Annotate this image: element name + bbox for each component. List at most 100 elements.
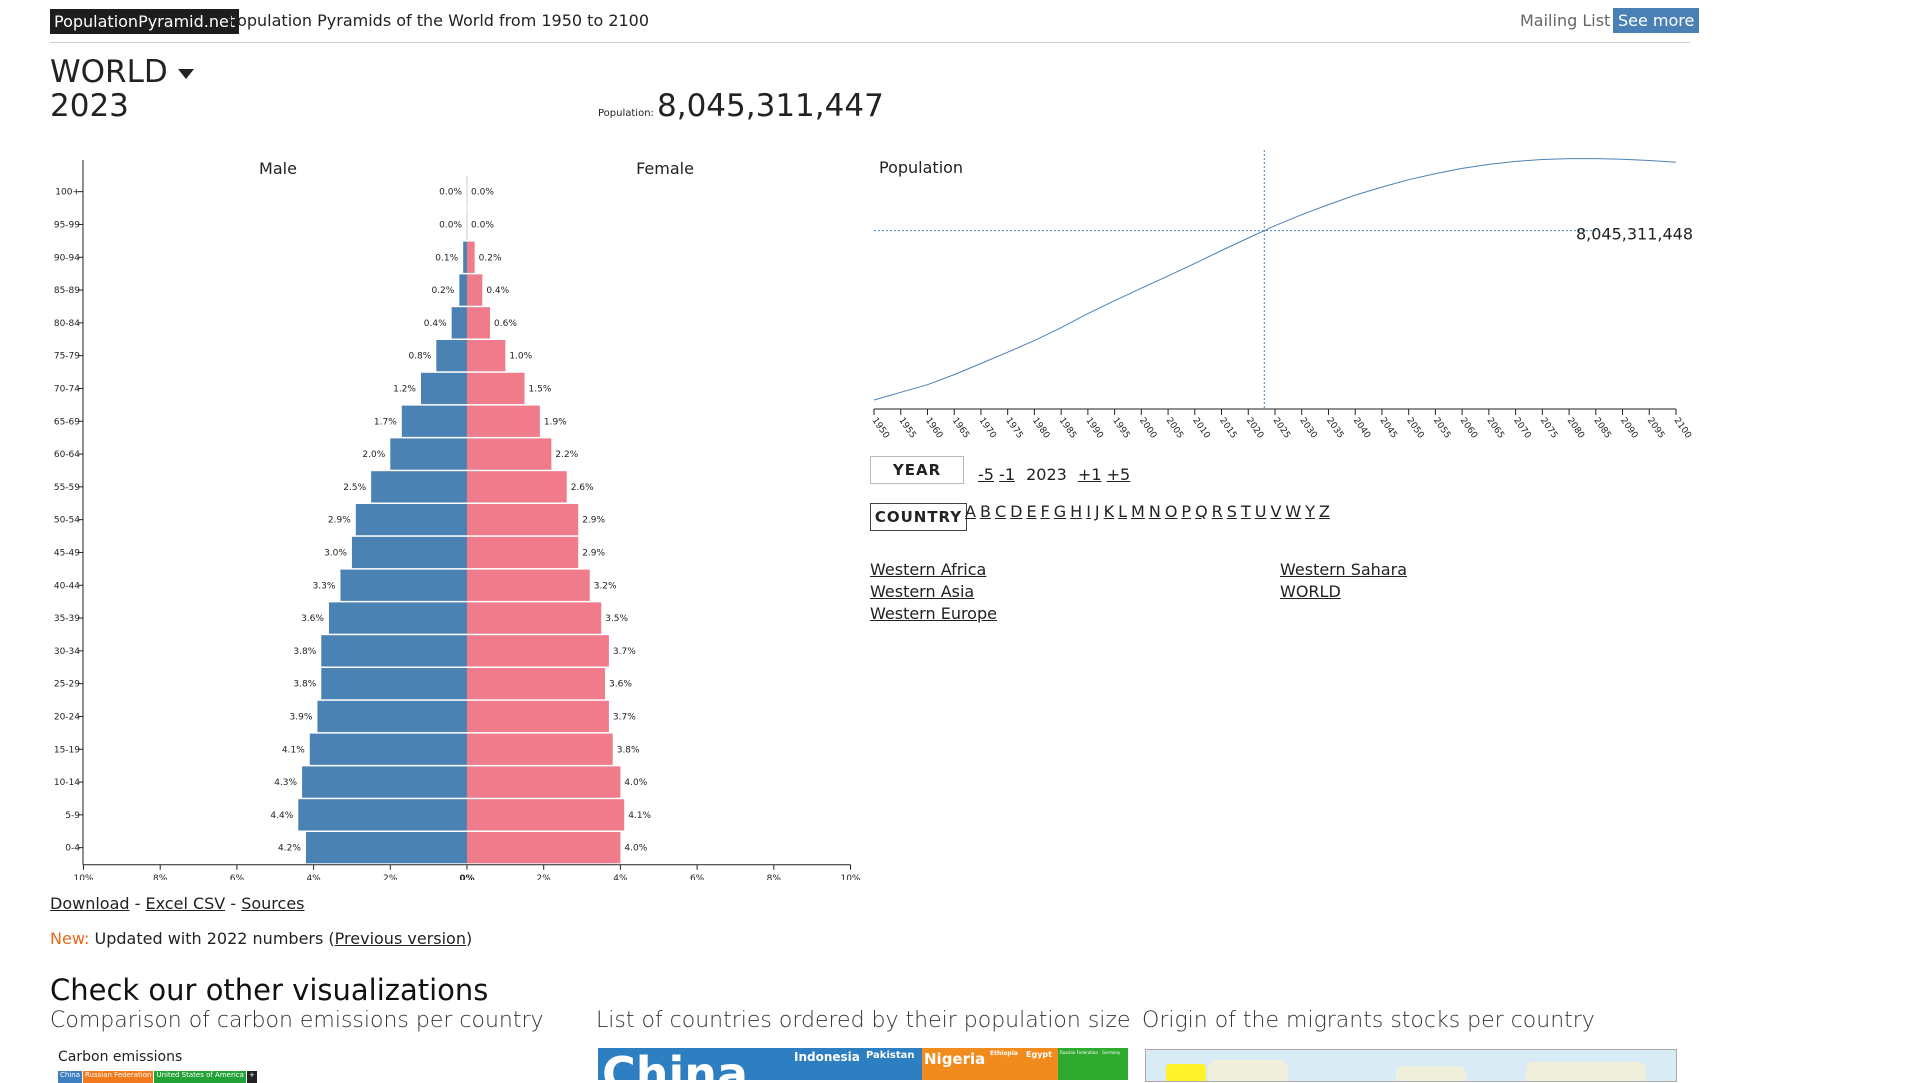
age-group-label: 20-24 bbox=[54, 712, 80, 722]
female-bar bbox=[467, 373, 525, 404]
separator: - bbox=[230, 894, 236, 913]
chevron-down-icon[interactable] bbox=[178, 69, 194, 79]
male-value-label: 3.8% bbox=[293, 680, 316, 690]
x-tick-label: 0% bbox=[459, 874, 474, 880]
letter-link-q[interactable]: Q bbox=[1195, 502, 1208, 521]
viz2-tile-egypt: Egypt bbox=[1024, 1048, 1060, 1080]
region-link[interactable]: Western Africa bbox=[870, 560, 997, 579]
viz2-title[interactable]: List of countries ordered by their popul… bbox=[596, 1008, 1131, 1033]
region-link[interactable]: Western Europe bbox=[870, 604, 997, 623]
year-tick-label: 2040 bbox=[1351, 416, 1372, 440]
new-badge: New: bbox=[50, 929, 89, 948]
male-bar bbox=[452, 307, 467, 338]
year-plus-5-link[interactable]: +5 bbox=[1107, 465, 1131, 484]
letter-link-a[interactable]: A bbox=[965, 502, 976, 521]
letter-link-y[interactable]: Y bbox=[1305, 502, 1315, 521]
region-link[interactable]: Western Asia bbox=[870, 582, 997, 601]
site-logo[interactable]: PopulationPyramid.net bbox=[50, 9, 239, 34]
letter-link-t[interactable]: T bbox=[1241, 502, 1251, 521]
male-bar bbox=[459, 274, 467, 305]
female-value-label: 3.6% bbox=[609, 680, 632, 690]
viz2-thumbnail[interactable]: China Indonesia Pakistan Nigeria Ethiopi… bbox=[598, 1048, 1128, 1080]
letter-link-h[interactable]: H bbox=[1070, 502, 1082, 521]
letter-link-n[interactable]: N bbox=[1149, 502, 1161, 521]
year-label-box: YEAR bbox=[870, 456, 964, 484]
year-tick-label: 1985 bbox=[1057, 416, 1078, 440]
year-tick-label: 2060 bbox=[1458, 416, 1479, 440]
female-value-label: 3.8% bbox=[617, 745, 640, 755]
see-more-button[interactable]: See more bbox=[1613, 8, 1699, 33]
year-tick-label: 2045 bbox=[1377, 416, 1398, 440]
year-tick-label: 1965 bbox=[950, 416, 971, 440]
letter-link-u[interactable]: U bbox=[1255, 502, 1267, 521]
download-link[interactable]: Download bbox=[50, 894, 130, 913]
female-bar bbox=[467, 602, 601, 633]
viz2-tile-nigeria: Nigeria bbox=[922, 1048, 990, 1080]
male-bar bbox=[321, 668, 467, 699]
male-value-label: 3.9% bbox=[290, 712, 313, 722]
letter-link-p[interactable]: P bbox=[1181, 502, 1191, 521]
x-tick-label: 8% bbox=[767, 874, 782, 880]
previous-version-link[interactable]: Previous version bbox=[335, 929, 466, 948]
x-tick-label: 4% bbox=[613, 874, 628, 880]
mailing-list-link[interactable]: Mailing List - bbox=[1520, 11, 1621, 30]
location-selector[interactable]: WORLD bbox=[50, 54, 194, 90]
map-shape bbox=[1526, 1062, 1646, 1082]
letter-link-i[interactable]: I bbox=[1086, 502, 1091, 521]
letter-link-r[interactable]: R bbox=[1212, 502, 1223, 521]
letter-link-e[interactable]: E bbox=[1026, 502, 1036, 521]
female-bar bbox=[467, 274, 482, 305]
letter-link-s[interactable]: S bbox=[1227, 502, 1237, 521]
region-link[interactable]: WORLD bbox=[1280, 582, 1407, 601]
male-value-label: 4.1% bbox=[282, 745, 305, 755]
female-bar bbox=[467, 701, 609, 732]
letter-link-w[interactable]: W bbox=[1285, 502, 1301, 521]
letter-link-g[interactable]: G bbox=[1054, 502, 1066, 521]
letter-link-m[interactable]: M bbox=[1131, 502, 1145, 521]
year-minus-1-link[interactable]: -1 bbox=[999, 465, 1015, 484]
letter-link-d[interactable]: D bbox=[1010, 502, 1022, 521]
male-value-label: 0.0% bbox=[439, 188, 462, 198]
male-value-label: 1.2% bbox=[393, 384, 416, 394]
male-value-label: 3.3% bbox=[313, 581, 336, 591]
year-tick-label: 2085 bbox=[1591, 416, 1612, 440]
viz3-title[interactable]: Origin of the migrants stocks per countr… bbox=[1142, 1008, 1595, 1033]
age-group-label: 50-54 bbox=[54, 516, 80, 526]
letter-link-z[interactable]: Z bbox=[1319, 502, 1330, 521]
letter-link-o[interactable]: O bbox=[1165, 502, 1178, 521]
year-plus-1-link[interactable]: +1 bbox=[1078, 465, 1102, 484]
header-divider bbox=[50, 42, 1690, 43]
population-pyramid-chart: Male Female 100+0.0%0.0%95-990.0%0.0%90-… bbox=[0, 150, 880, 880]
x-tick-label: 10% bbox=[840, 874, 860, 880]
letter-link-v[interactable]: V bbox=[1270, 502, 1281, 521]
excel-csv-link[interactable]: Excel CSV bbox=[146, 894, 226, 913]
year-tick-label: 2090 bbox=[1618, 416, 1639, 440]
letter-link-j[interactable]: J bbox=[1095, 502, 1100, 521]
viz1-legend-item: United States of America bbox=[154, 1071, 245, 1083]
year-tick-label: 2025 bbox=[1271, 416, 1292, 440]
letter-link-k[interactable]: K bbox=[1104, 502, 1115, 521]
age-group-label: 45-49 bbox=[54, 548, 80, 558]
male-bar bbox=[298, 799, 467, 830]
location-name[interactable]: WORLD bbox=[50, 54, 168, 90]
male-value-label: 2.0% bbox=[362, 450, 385, 460]
male-value-label: 4.2% bbox=[278, 844, 301, 854]
viz3-thumbnail[interactable] bbox=[1145, 1049, 1677, 1082]
viz1-legend[interactable]: China Russian Federation United States o… bbox=[58, 1071, 257, 1083]
female-value-label: 1.5% bbox=[529, 384, 552, 394]
letter-link-f[interactable]: F bbox=[1041, 502, 1050, 521]
letter-link-l[interactable]: L bbox=[1118, 502, 1127, 521]
letter-link-b[interactable]: B bbox=[980, 502, 991, 521]
male-bar bbox=[436, 340, 467, 371]
male-value-label: 1.7% bbox=[374, 417, 397, 427]
age-group-label: 100+ bbox=[55, 188, 80, 198]
male-bar bbox=[321, 635, 467, 666]
x-tick-label: 8% bbox=[153, 874, 168, 880]
sources-link[interactable]: Sources bbox=[241, 894, 304, 913]
region-link[interactable]: Western Sahara bbox=[1280, 560, 1407, 579]
letter-link-c[interactable]: C bbox=[995, 502, 1006, 521]
year-minus-5-link[interactable]: -5 bbox=[978, 465, 994, 484]
viz1-title[interactable]: Comparison of carbon emissions per count… bbox=[50, 1008, 544, 1033]
male-value-label: 2.9% bbox=[328, 516, 351, 526]
female-value-label: 1.9% bbox=[544, 417, 567, 427]
